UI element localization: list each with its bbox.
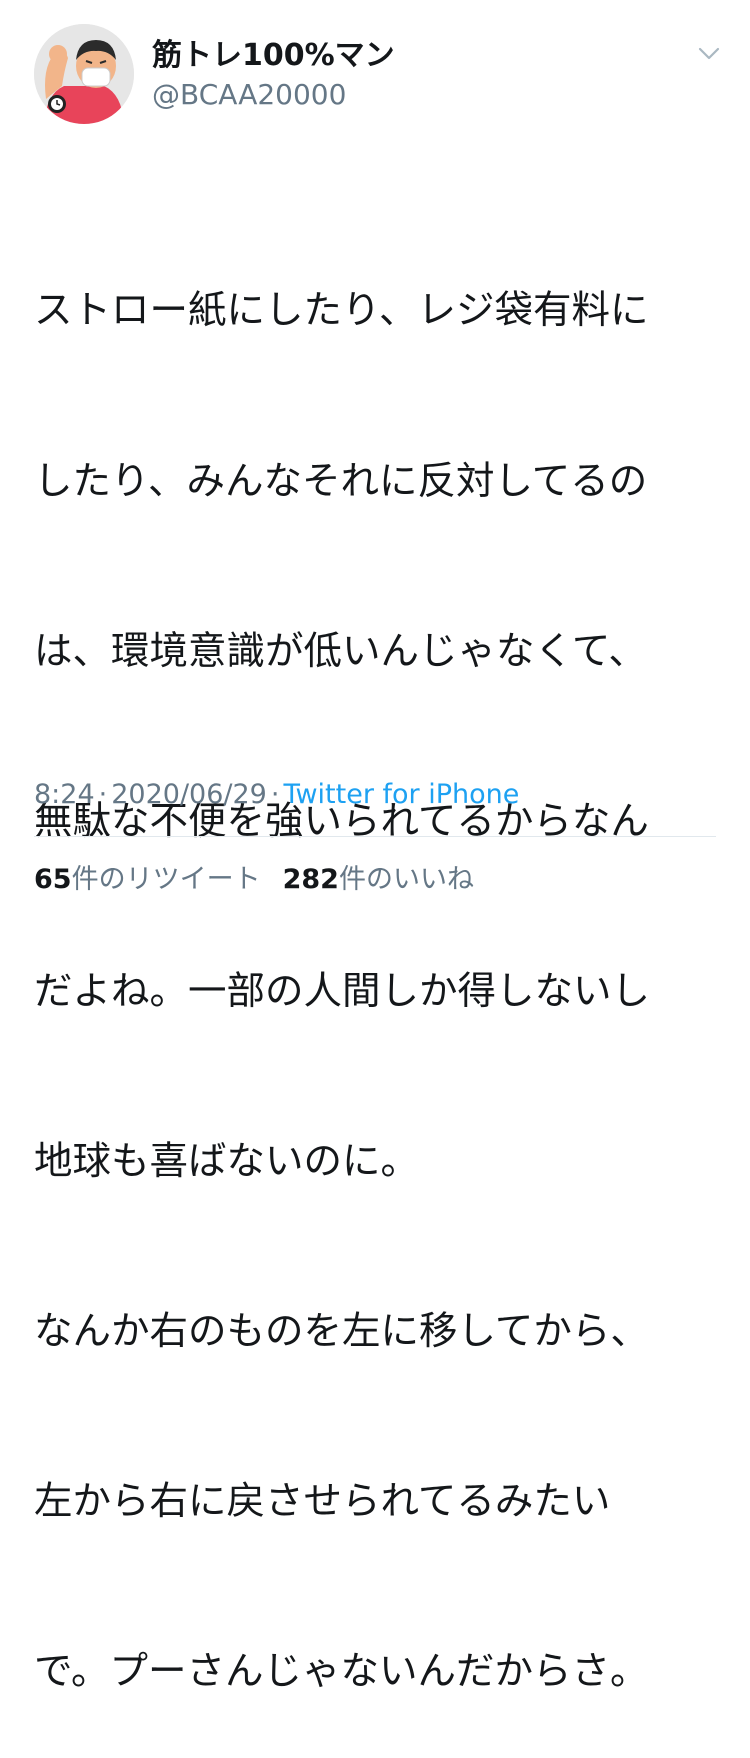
author-display-name[interactable]: 筋トレ100%マン: [152, 38, 395, 74]
retweet-label: 件のリツイート: [71, 864, 261, 895]
tweet-meta: 8:24 · 2020/06/29 · Twitter for iPhone: [34, 775, 519, 815]
like-count: 282: [282, 864, 339, 895]
tweet-text: ストロー紙にしたり、レジ袋有料に したり、みんなそれに反対してるの は、環境意識…: [34, 170, 724, 1758]
tweet-text-line: 地球も喜ばないのに。: [34, 1138, 420, 1184]
avatar-muscle-man-icon: [34, 24, 134, 124]
meta-separator: ·: [98, 779, 108, 810]
tweet-stats: 65件のリツイート 282件のいいね: [34, 860, 474, 900]
chevron-down-icon[interactable]: [694, 38, 724, 68]
tweet-text-line: ストロー紙にしたり、レジ袋有料に: [34, 288, 649, 334]
tweet-date[interactable]: 2020/06/29: [111, 779, 267, 810]
likes-stat[interactable]: 282件のいいね: [283, 864, 474, 895]
retweet-count: 65: [34, 864, 72, 895]
tweet-client-link[interactable]: Twitter for iPhone: [283, 779, 519, 810]
divider: [34, 836, 716, 837]
retweets-stat[interactable]: 65件のリツイート: [34, 864, 261, 895]
like-label: 件のいいね: [338, 864, 474, 895]
tweet-text-line: で。プーさんじゃないんだからさ。: [34, 1649, 649, 1695]
tweet-text-line: 左から右に戻させられてるみたい: [34, 1479, 611, 1525]
tweet-text-line: だよね。一部の人間しか得しないし: [34, 968, 651, 1014]
avatar[interactable]: [34, 24, 134, 124]
tweet-text-line: は、環境意識が低いんじゃなくて、: [34, 628, 647, 674]
tweet-text-line: したり、みんなそれに反対してるの: [34, 458, 648, 504]
tweet-time[interactable]: 8:24: [34, 779, 95, 810]
tweet-text-line: なんか右のものを左に移してから、: [34, 1309, 649, 1355]
meta-separator: ·: [270, 779, 280, 810]
author-handle[interactable]: @BCAA20000: [152, 78, 346, 112]
